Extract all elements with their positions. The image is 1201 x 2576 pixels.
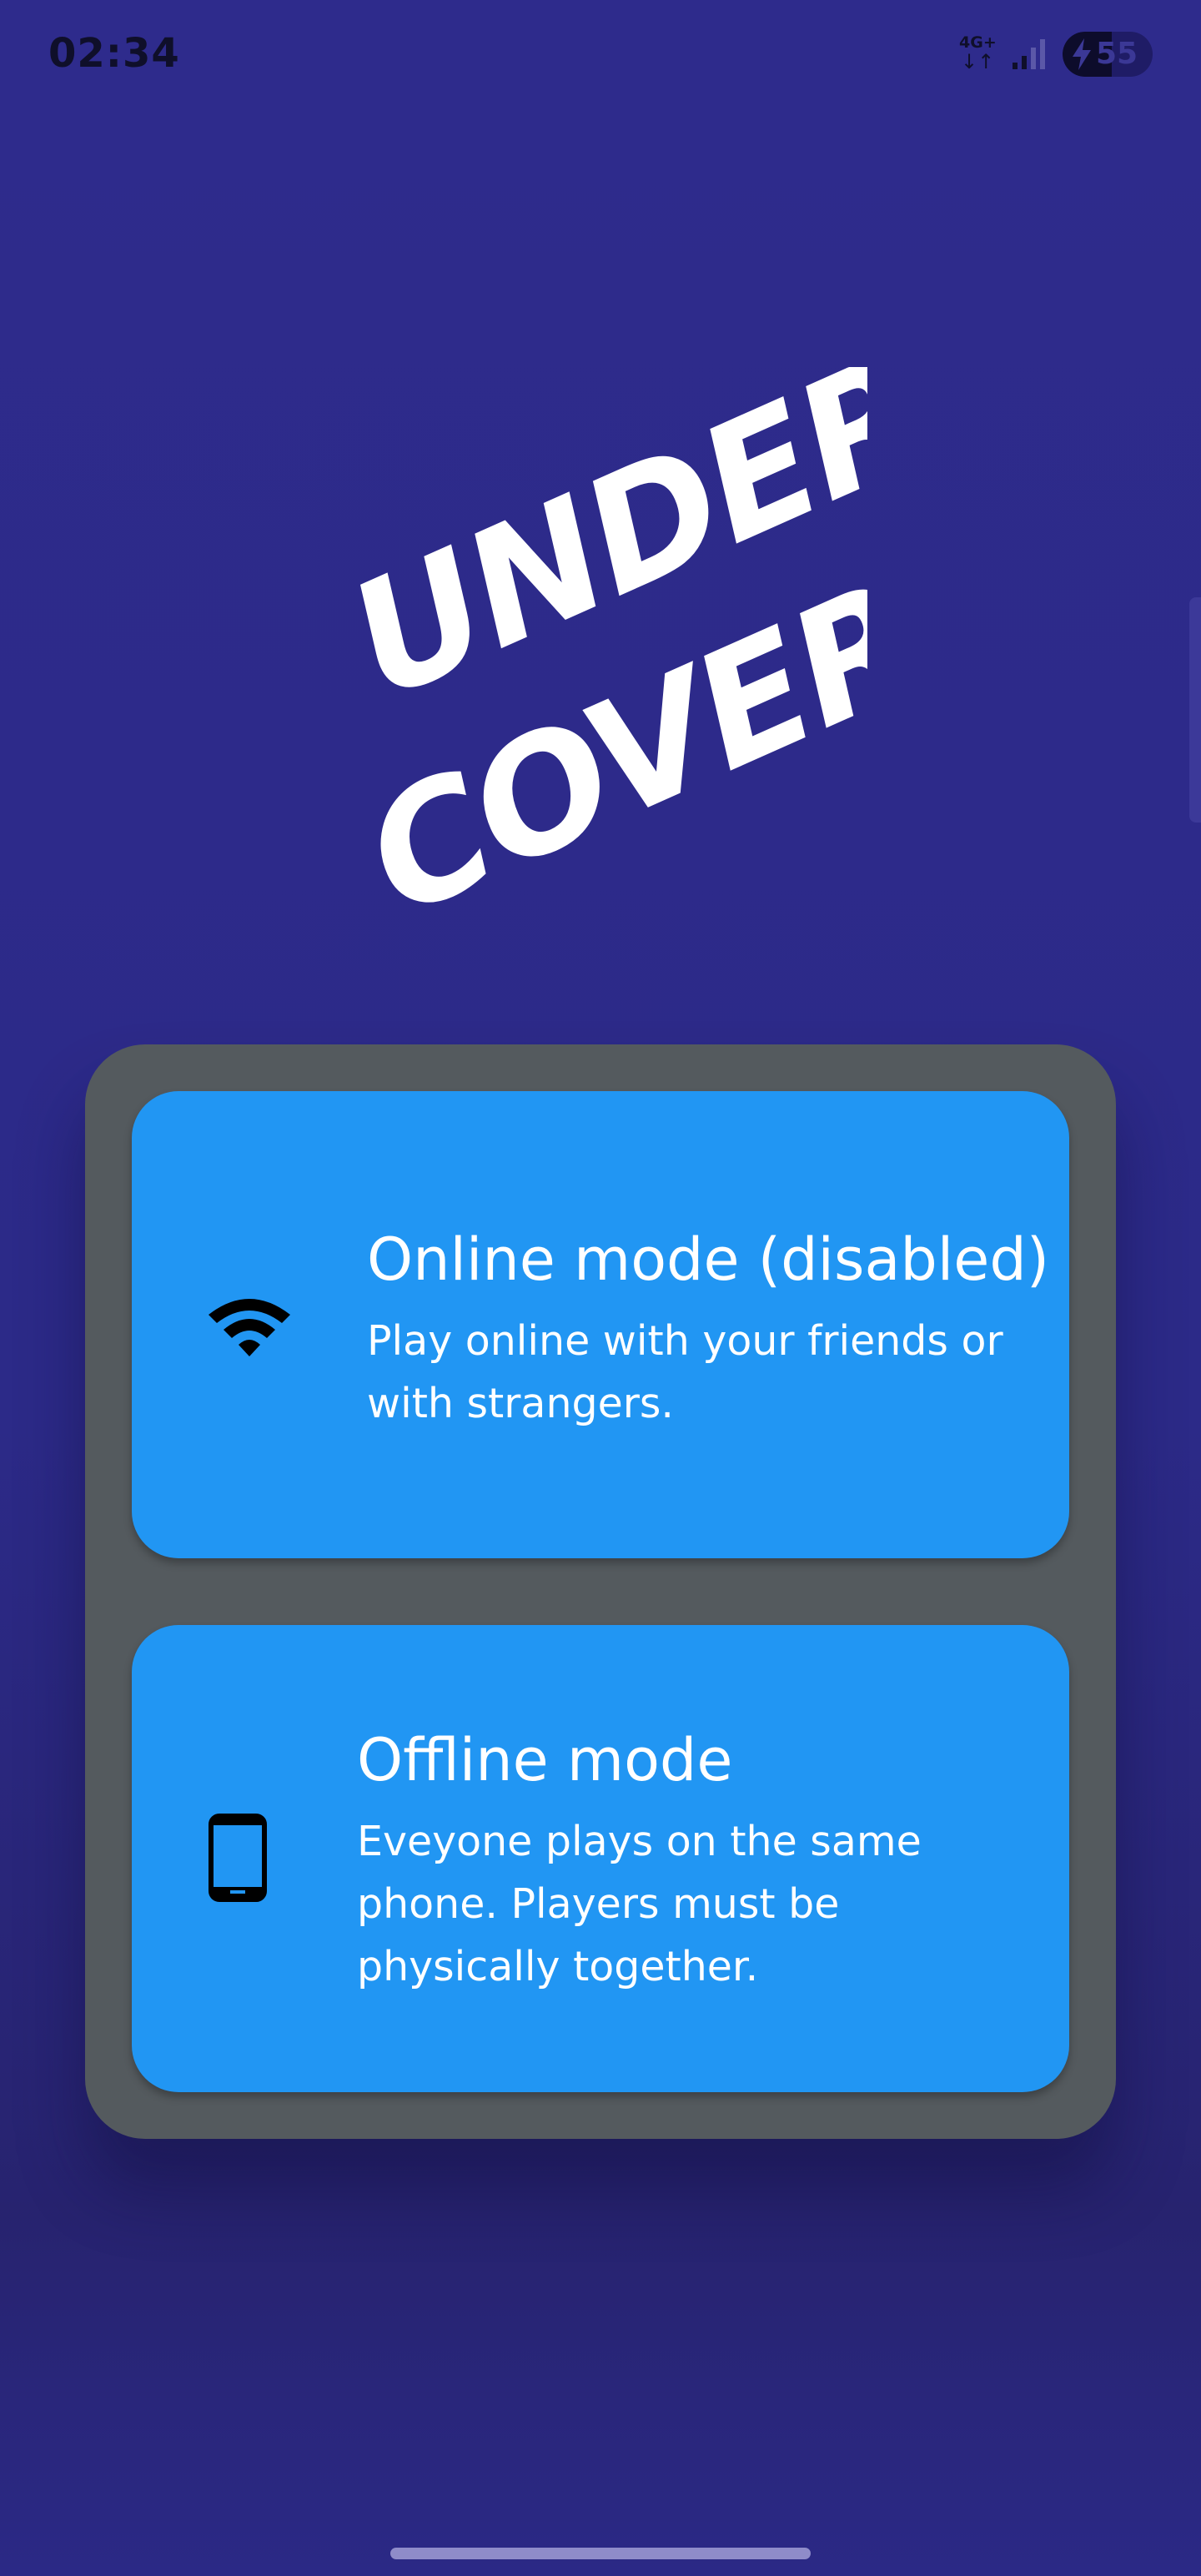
wifi-icon xyxy=(205,1295,294,1362)
status-time: 02:34 xyxy=(48,30,180,77)
network-type-indicator: 4G+ ↓↑ xyxy=(959,33,997,75)
status-icons: 4G+ ↓↑ 55 xyxy=(959,30,1153,78)
data-arrows-icon: ↓↑ xyxy=(961,50,995,73)
battery-indicator: 55 xyxy=(1063,32,1153,77)
mode-selection-panel: Online mode (disabled) Play online with … xyxy=(85,1044,1116,2139)
offline-mode-title: Offline mode xyxy=(357,1726,733,1794)
network-type-label: 4G+ xyxy=(959,33,997,52)
offline-mode-button[interactable]: Offline mode Eveyone plays on the same p… xyxy=(132,1625,1069,2092)
gesture-navigation-bar[interactable] xyxy=(390,2548,811,2559)
app-screen: 02:34 4G+ ↓↑ 55 UNDER COVER Online mode … xyxy=(0,0,1201,2576)
phone-icon xyxy=(209,1814,267,1906)
edge-panel-handle[interactable] xyxy=(1189,597,1201,823)
online-mode-description: Play online with your friends or with st… xyxy=(367,1317,1003,1427)
battery-percent: 55 xyxy=(1096,37,1138,71)
app-logo: UNDER COVER xyxy=(350,367,867,951)
online-mode-title: Online mode (disabled) xyxy=(367,1225,1050,1294)
online-mode-button[interactable]: Online mode (disabled) Play online with … xyxy=(132,1091,1069,1558)
offline-mode-description: Eveyone plays on the same phone. Players… xyxy=(357,1818,922,1990)
signal-icon xyxy=(1011,38,1048,71)
status-bar: 02:34 4G+ ↓↑ 55 xyxy=(0,0,1201,108)
bolt-icon xyxy=(1073,38,1091,70)
